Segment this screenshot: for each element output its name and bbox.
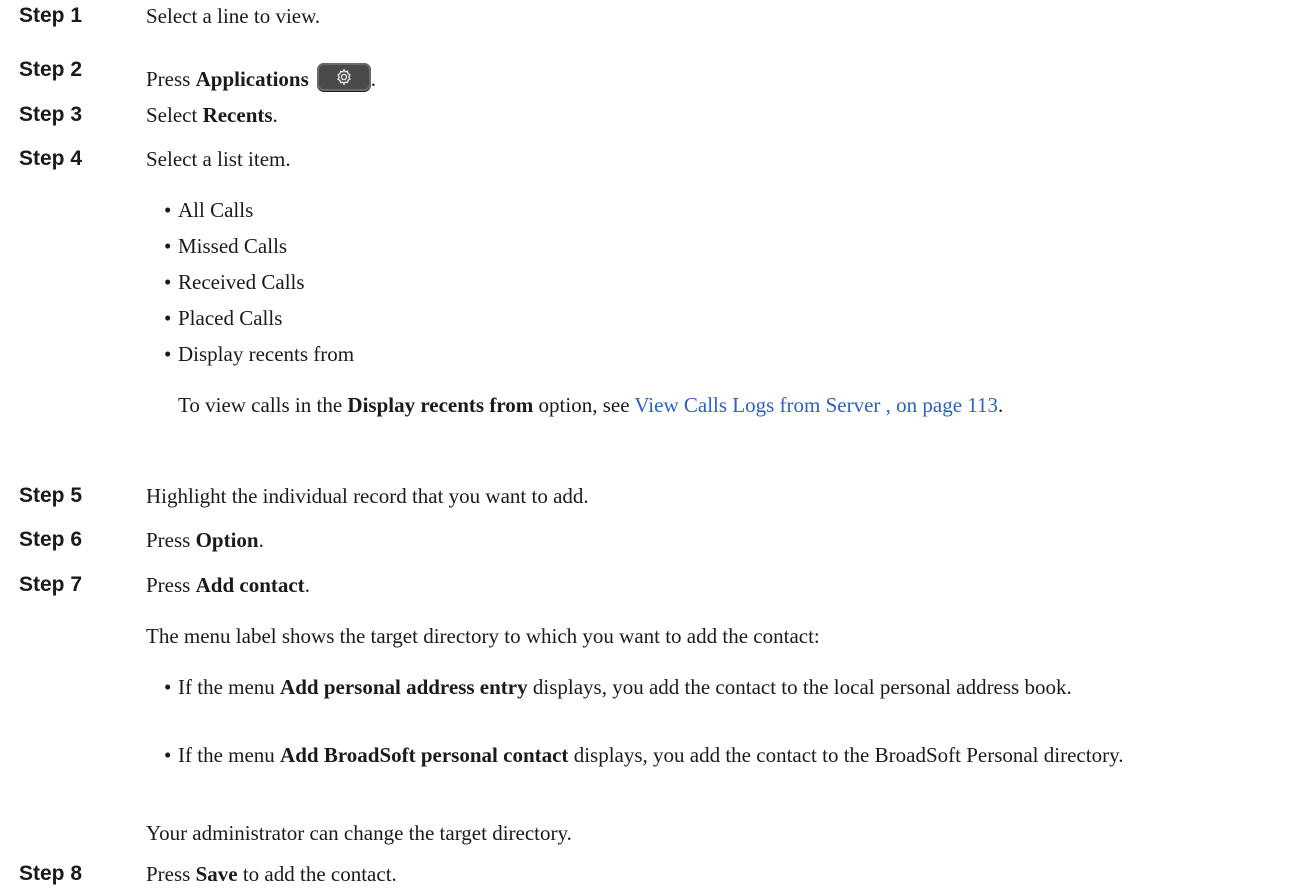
list-item: • If the menu Add BroadSoft personal cont… [164, 741, 1288, 770]
list-item: • Display recents from [164, 342, 355, 366]
step-text-post: . [370, 67, 377, 91]
save-term: Save [195, 862, 238, 886]
step-label: Step 3 [19, 103, 83, 126]
bullet-post: displays, you add the contact to the loc… [527, 675, 1072, 699]
list-item-label: Received Calls [178, 270, 305, 294]
list-item: • Received Calls [164, 270, 305, 294]
menu-term: Add BroadSoft personal contact [280, 743, 569, 767]
bullet-pre: If the menu [178, 743, 281, 767]
step-text: Select a list item. [146, 147, 291, 171]
list-item: • Missed Calls [164, 234, 288, 258]
list-item: • All Calls [164, 198, 254, 222]
note-pre: To view calls in the [178, 393, 348, 417]
recents-term: Recents [202, 103, 273, 127]
step-text: Press Add contact. [146, 573, 310, 598]
list-item-label: All Calls [178, 198, 254, 222]
step-text: Press Save to add the contact. [146, 862, 397, 887]
add-contact-term: Add contact [195, 573, 305, 597]
step-label: Step 1 [19, 4, 83, 27]
list-item-label: Placed Calls [178, 306, 283, 330]
step-text-pre: Press [146, 573, 196, 597]
step-label: Step 7 [19, 573, 83, 596]
note-post: . [998, 393, 1004, 417]
step-text: Select a line to view. [146, 4, 321, 28]
gear-icon [336, 68, 351, 86]
list-item-label: Display recents from [178, 342, 355, 366]
display-recents-term: Display recents from [347, 393, 534, 417]
step-text-post: . [272, 103, 278, 127]
step7-note: Your administrator can change the target… [146, 821, 572, 845]
step-text: Press Applications. [146, 58, 376, 92]
step-text-post: . [258, 528, 264, 552]
note-mid: option, see [533, 393, 635, 417]
step-text-pre: Press [146, 67, 196, 91]
step-label: Step 4 [19, 147, 83, 170]
step-label: Step 2 [19, 58, 83, 81]
list-item: • Placed Calls [164, 306, 283, 330]
step4-note: To view calls in the Display recents fro… [178, 393, 1003, 418]
step-text-pre: Press [146, 862, 196, 886]
list-item-label: Missed Calls [178, 234, 288, 258]
menu-term: Add personal address entry [280, 675, 528, 699]
step7-intro: The menu label shows the target director… [146, 624, 820, 648]
step-label: Step 8 [19, 862, 83, 885]
step-text-post: to add the contact. [237, 862, 397, 886]
step-text: Highlight the individual record that you… [146, 484, 589, 508]
option-term: Option [195, 528, 259, 552]
view-call-logs-link[interactable]: View Calls Logs from Server , on page 11… [634, 393, 998, 417]
applications-term: Applications [195, 67, 309, 91]
bullet-post: displays, you add the contact to the Bro… [568, 743, 1124, 767]
list-item: • If the menu Add personal address entry … [164, 673, 1288, 702]
step-text-pre: Select [146, 103, 203, 127]
step-text: Select Recents. [146, 103, 278, 128]
step-label: Step 5 [19, 484, 83, 507]
step-text-pre: Press [146, 528, 196, 552]
bullet: • [164, 743, 172, 767]
applications-button [316, 63, 371, 91]
bullet: • [164, 675, 172, 699]
step-label: Step 6 [19, 528, 83, 551]
bullet-pre: If the menu [178, 675, 281, 699]
step-text-post: . [304, 573, 310, 597]
step-text: Press Option. [146, 528, 264, 553]
